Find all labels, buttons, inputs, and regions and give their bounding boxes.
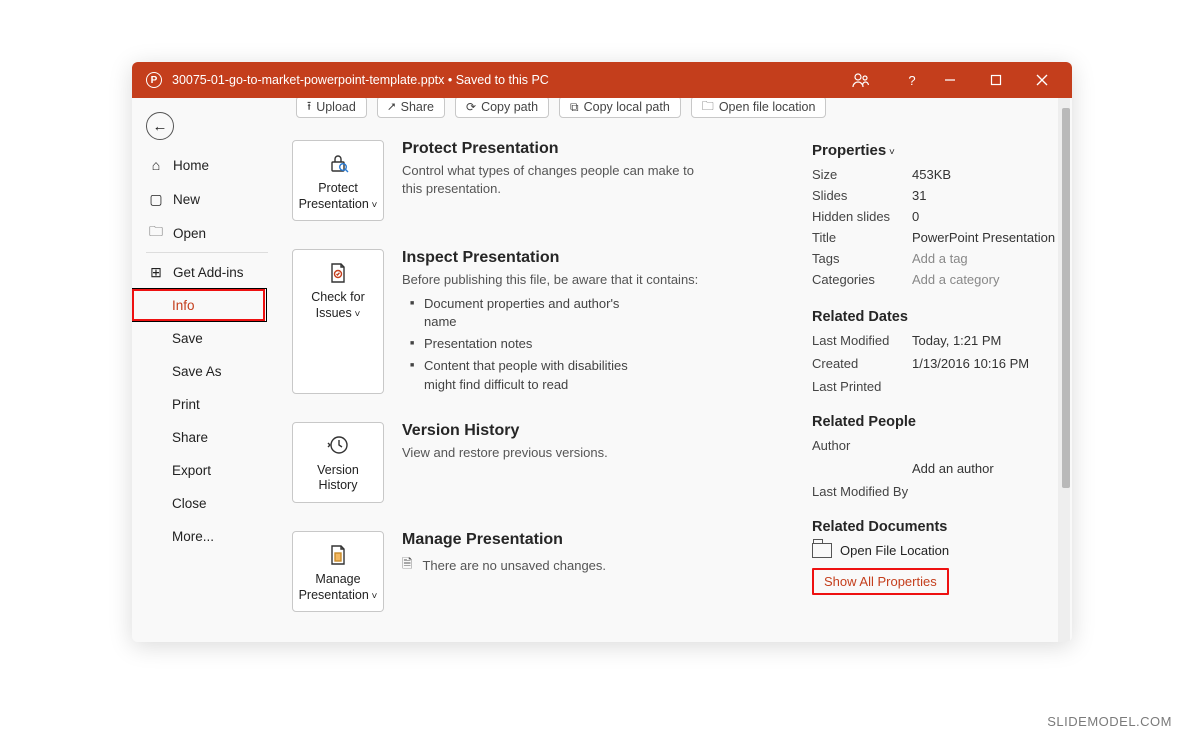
last-modified-by-label: Last Modified By [812,484,912,499]
related-dates-header: Related Dates [812,309,1066,325]
last-printed-label: Last Printed [812,379,912,394]
nav-more[interactable]: More... [132,520,282,553]
prop-title-value[interactable]: PowerPoint Presentation [912,230,1066,245]
close-button[interactable] [1036,74,1064,86]
last-modified-label: Last Modified [812,333,912,348]
share-button[interactable]: ⭧Share [377,98,445,118]
prop-size-value: 453KB [912,167,1066,182]
show-all-properties-link[interactable]: Show All Properties [816,570,945,593]
add-author-link[interactable]: Add an author [912,461,1066,476]
copy-icon: ⧉ [570,100,579,115]
prop-title-label: Title [812,230,912,245]
open-icon: 🗀 [148,225,164,241]
nav-export[interactable]: Export [132,454,282,487]
backstage-nav: ⌂Home ▢New 🗀Open ⊞Get Add-ins Info Save … [132,98,282,642]
quick-actions-bar: ⭱Upload ⭧Share ⟳Copy path ⧉Copy local pa… [292,104,1066,126]
protect-desc: Control what types of changes people can… [402,162,702,197]
related-people-header: Related People [812,414,1066,430]
check-icon [297,260,379,284]
window-title: 30075-01-go-to-market-powerpoint-templat… [172,73,852,87]
inspect-title: Inspect Presentation [402,249,698,267]
history-icon [297,433,379,457]
version-history-section: Version History Version History View and… [292,422,782,503]
prop-slides-label: Slides [812,188,912,203]
watermark-text: SLIDEMODEL.COM [1047,714,1172,729]
protect-presentation-section: Protect Presentation Protect Presentatio… [292,140,782,221]
manage-desc: There are no unsaved changes. [422,558,606,573]
nav-close[interactable]: Close [132,487,282,520]
manage-icon [297,542,379,566]
last-printed-value [912,379,1066,394]
share-presence-icon[interactable] [852,72,880,88]
manage-presentation-section: Manage Presentation Manage Presentation … [292,531,782,612]
properties-panel: Properties Size453KB Slides31 Hidden sli… [812,140,1066,640]
nav-divider [146,252,268,253]
addins-icon: ⊞ [148,264,164,280]
protect-presentation-button[interactable]: Protect Presentation [292,140,384,221]
nav-home[interactable]: ⌂Home [132,148,282,182]
scrollbar-thumb[interactable] [1062,108,1070,488]
protect-title: Protect Presentation [402,140,702,158]
new-icon: ▢ [148,191,164,207]
copy-path-button[interactable]: ⟳Copy path [455,98,549,118]
properties-header[interactable]: Properties [812,142,1066,159]
prop-tags-value[interactable]: Add a tag [912,251,1066,266]
prop-categories-label: Categories [812,272,912,287]
info-pane: ⭱Upload ⭧Share ⟳Copy path ⧉Copy local pa… [282,98,1072,642]
copy-local-path-button[interactable]: ⧉Copy local path [559,98,681,118]
lock-icon [297,151,379,175]
nav-share[interactable]: Share [132,421,282,454]
created-value: 1/13/2016 10:16 PM [912,356,1066,371]
open-file-location-link[interactable]: Open File Location [812,543,1066,558]
related-documents-header: Related Documents [812,519,1066,535]
nav-get-addins[interactable]: ⊞Get Add-ins [132,255,282,289]
filename-text: 30075-01-go-to-market-powerpoint-templat… [172,73,444,87]
nav-save-as[interactable]: Save As [132,355,282,388]
version-title: Version History [402,422,608,440]
author-label: Author [812,438,912,453]
nav-info[interactable]: Info [132,289,282,322]
minimize-button[interactable] [944,74,972,86]
manage-title: Manage Presentation [402,531,606,549]
maximize-button[interactable] [990,74,1018,86]
manage-presentation-button[interactable]: Manage Presentation [292,531,384,612]
powerpoint-icon [146,72,162,88]
prop-slides-value: 31 [912,188,1066,203]
save-status-text: Saved to this PC [456,73,549,87]
home-icon: ⌂ [148,157,164,173]
share-icon: ⭧ [388,100,396,115]
upload-icon: ⭱ [307,98,311,118]
folder-icon: 🗀 [702,98,714,118]
help-button[interactable]: ? [898,73,926,88]
folder-icon [812,543,832,558]
show-all-properties-highlight: Show All Properties [812,568,949,595]
inspect-bullet: Document properties and author's name [402,295,652,331]
prop-hidden-value: 0 [912,209,1066,224]
title-bar: 30075-01-go-to-market-powerpoint-templat… [132,62,1072,98]
prop-tags-label: Tags [812,251,912,266]
inspect-presentation-section: Check for Issues Inspect Presentation Be… [292,249,782,393]
document-icon: 🗎 [402,555,412,577]
created-label: Created [812,356,912,371]
nav-print[interactable]: Print [132,388,282,421]
nav-new[interactable]: ▢New [132,182,282,216]
inspect-bullet: Presentation notes [402,335,652,353]
prop-hidden-label: Hidden slides [812,209,912,224]
check-for-issues-button[interactable]: Check for Issues [292,249,384,393]
nav-open[interactable]: 🗀Open [132,216,282,250]
upload-button[interactable]: ⭱Upload [296,98,367,118]
inspect-lead: Before publishing this file, be aware th… [402,271,698,289]
link-icon: ⟳ [466,100,476,114]
back-button[interactable] [146,112,174,140]
last-modified-value: Today, 1:21 PM [912,333,1066,348]
app-window: 30075-01-go-to-market-powerpoint-templat… [132,62,1072,642]
prop-categories-value[interactable]: Add a category [912,272,1066,287]
nav-save[interactable]: Save [132,322,282,355]
prop-size-label: Size [812,167,912,182]
version-desc: View and restore previous versions. [402,444,608,462]
inspect-bullet: Content that people with disabilities mi… [402,357,652,393]
version-history-button[interactable]: Version History [292,422,384,503]
open-file-location-button[interactable]: 🗀Open file location [691,98,827,118]
